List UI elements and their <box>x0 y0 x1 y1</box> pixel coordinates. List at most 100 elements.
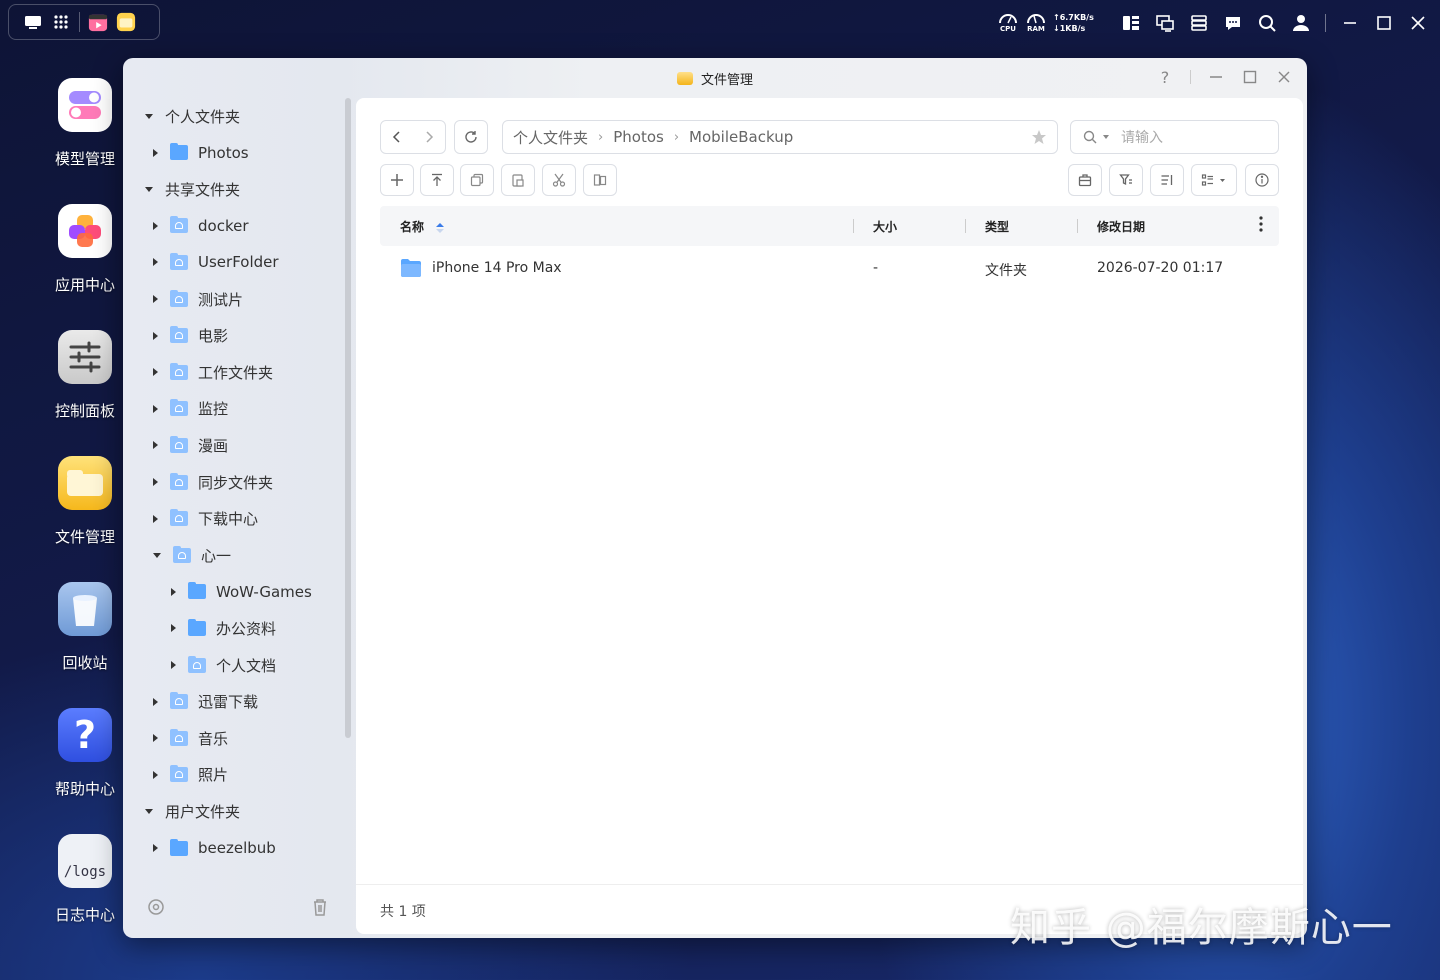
dock-item-control-panel[interactable]: 控制面板 <box>50 330 120 421</box>
message-icon[interactable] <box>1223 13 1243 33</box>
sidebar-tree-item[interactable]: 心一 <box>153 537 231 573</box>
column-divider[interactable] <box>1077 219 1078 233</box>
maximize-button[interactable] <box>1241 68 1259 86</box>
close-button[interactable] <box>1275 68 1293 86</box>
move-button[interactable] <box>583 164 617 196</box>
sidebar-tree-item[interactable]: Photos <box>153 135 249 171</box>
sidebar-tree-item[interactable]: 办公资料 <box>171 610 276 646</box>
caret-right-icon[interactable] <box>153 697 158 706</box>
caret-right-icon[interactable] <box>153 734 158 743</box>
sidebar-tree-item[interactable]: 迅雷下载 <box>153 684 258 720</box>
sidebar-tree-item[interactable]: 测试片 <box>153 281 243 317</box>
column-divider[interactable] <box>853 219 854 233</box>
sidebar-tree-item[interactable]: 漫画 <box>153 427 228 463</box>
breadcrumb-item[interactable]: Photos <box>613 128 664 146</box>
sidebar-tree-item[interactable]: 共享文件夹 <box>145 171 240 207</box>
sidebar-tree-item[interactable]: 个人文档 <box>171 647 276 683</box>
caret-right-icon[interactable] <box>171 661 176 669</box>
breadcrumb-item[interactable]: MobileBackup <box>689 128 793 146</box>
sidebar-tree-item[interactable]: UserFolder <box>153 244 279 280</box>
info-button[interactable] <box>1245 164 1279 196</box>
sidebar-tree-item[interactable]: 工作文件夹 <box>153 354 273 390</box>
close-icon[interactable] <box>1408 13 1428 33</box>
maximize-icon[interactable] <box>1374 13 1394 33</box>
trash-icon[interactable] <box>311 898 329 920</box>
resource-meters[interactable]: CPU RAM ↑6.7KB/s ↓1KB/s <box>997 11 1101 35</box>
sidebar-tree-item[interactable]: 个人文件夹 <box>145 98 240 134</box>
caret-right-icon[interactable] <box>171 587 176 596</box>
video-app-icon[interactable] <box>88 12 108 32</box>
sort-button[interactable] <box>1150 164 1184 196</box>
upload-button[interactable] <box>420 164 454 196</box>
sidebar-tree-item[interactable]: 照片 <box>153 757 228 793</box>
sidebar-tree-item[interactable]: 下载中心 <box>153 501 258 537</box>
user-icon[interactable] <box>1291 13 1311 33</box>
caret-down-icon[interactable] <box>145 113 153 119</box>
dock-item-log-center[interactable]: /logs 日志中心 <box>50 834 120 925</box>
caret-right-icon[interactable] <box>153 770 158 779</box>
favorite-star-icon[interactable] <box>1031 129 1047 149</box>
caret-right-icon[interactable] <box>153 844 158 852</box>
monitor-icon[interactable] <box>1155 13 1175 33</box>
sidebar-tree-item[interactable]: WoW-Games <box>171 574 312 610</box>
help-button[interactable]: ? <box>1156 68 1174 87</box>
forward-button[interactable] <box>413 121 445 153</box>
cut-button[interactable] <box>542 164 576 196</box>
desktop-icon[interactable] <box>23 12 43 32</box>
minimize-icon[interactable] <box>1340 13 1360 33</box>
caret-right-icon[interactable] <box>153 368 158 377</box>
sidebar-tree-item[interactable]: 音乐 <box>153 720 228 756</box>
caret-right-icon[interactable] <box>153 258 158 267</box>
sidebar-tree-item[interactable]: 监控 <box>153 391 228 427</box>
view-mode-button[interactable] <box>1191 164 1237 196</box>
filter-button[interactable] <box>1109 164 1143 196</box>
app-grid-icon[interactable] <box>51 12 71 32</box>
chevron-down-icon[interactable] <box>1103 135 1109 139</box>
dock-item-app-center[interactable]: 应用中心 <box>50 204 120 295</box>
caret-down-icon[interactable] <box>145 808 153 814</box>
sidebar-scrollbar[interactable] <box>345 98 351 738</box>
column-size[interactable]: 大小 <box>873 218 897 235</box>
column-divider[interactable] <box>965 219 966 233</box>
dock-item-help-center[interactable]: ? 帮助中心 <box>50 708 120 799</box>
layout-icon[interactable] <box>1121 13 1141 33</box>
caret-right-icon[interactable] <box>153 221 158 230</box>
search-input[interactable]: 请输入 <box>1070 120 1279 154</box>
caret-right-icon[interactable] <box>153 331 158 340</box>
back-button[interactable] <box>381 121 413 153</box>
breadcrumb-item[interactable]: 个人文件夹 <box>513 127 588 148</box>
caret-right-icon[interactable] <box>153 514 158 523</box>
server-icon[interactable] <box>1189 13 1209 33</box>
search-icon[interactable] <box>1257 13 1277 33</box>
dock-item-model-manager[interactable]: 模型管理 <box>50 78 120 169</box>
column-type[interactable]: 类型 <box>985 218 1009 235</box>
settings-icon[interactable] <box>147 898 165 920</box>
caret-down-icon[interactable] <box>153 552 161 558</box>
dock-item-recycle-bin[interactable]: 回收站 <box>50 582 120 673</box>
caret-right-icon[interactable] <box>153 478 158 486</box>
refresh-button[interactable] <box>454 120 488 154</box>
column-name[interactable]: 名称 <box>400 218 445 235</box>
column-options-icon[interactable] <box>1259 216 1263 235</box>
dock-item-file-manager[interactable]: 文件管理 <box>50 456 120 547</box>
table-row[interactable]: iPhone 14 Pro Max - 文件夹 2026-07-20 01:17 <box>380 248 1279 290</box>
caret-right-icon[interactable] <box>153 148 158 157</box>
caret-right-icon[interactable] <box>171 624 176 633</box>
sidebar-tree-item[interactable]: 用户文件夹 <box>145 793 240 829</box>
new-button[interactable] <box>380 164 414 196</box>
window-titlebar[interactable]: 文件管理 ? <box>123 58 1307 98</box>
caret-right-icon[interactable] <box>153 441 158 450</box>
column-modified[interactable]: 修改日期 <box>1097 218 1145 235</box>
copy-button[interactable] <box>460 164 494 196</box>
minimize-button[interactable] <box>1207 68 1225 86</box>
archive-button[interactable] <box>1068 164 1102 196</box>
sidebar-tree-item[interactable]: docker <box>153 208 249 244</box>
sidebar-tree-item[interactable]: 电影 <box>153 318 228 354</box>
caret-down-icon[interactable] <box>145 186 153 192</box>
caret-right-icon[interactable] <box>153 404 158 413</box>
sidebar-tree-item[interactable]: beezelbub <box>153 830 276 866</box>
file-manager-taskbar-icon[interactable] <box>116 12 136 32</box>
paste-button[interactable] <box>501 164 535 196</box>
caret-right-icon[interactable] <box>153 295 158 303</box>
sidebar-tree-item[interactable]: 同步文件夹 <box>153 464 273 500</box>
